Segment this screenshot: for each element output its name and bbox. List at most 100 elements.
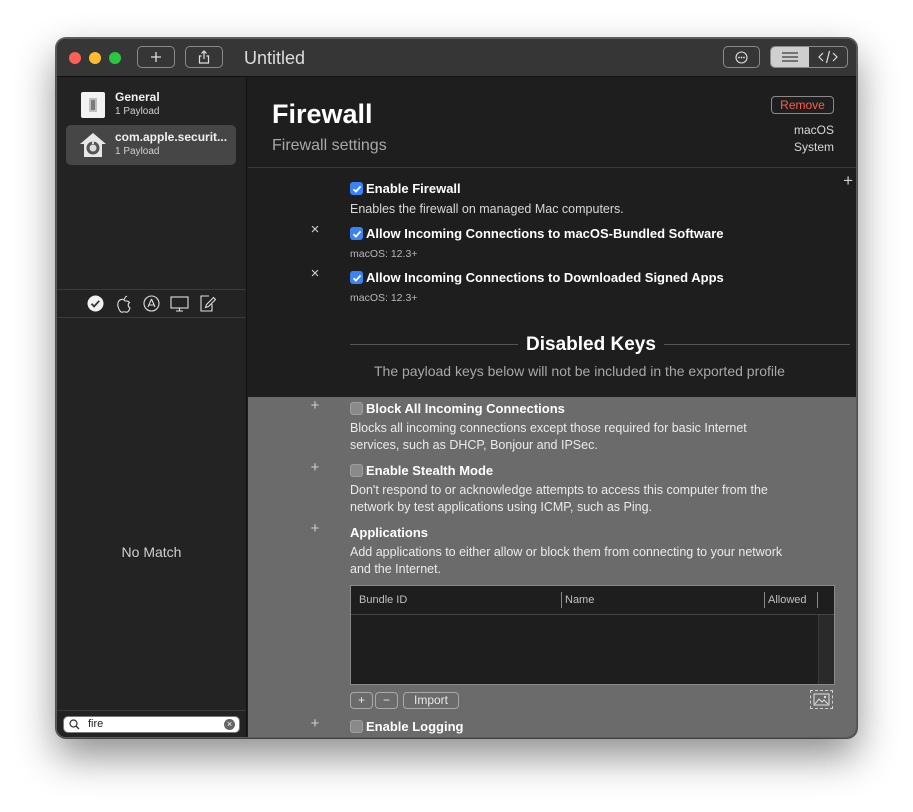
list-view-button[interactable]: [771, 47, 809, 67]
import-button[interactable]: Import: [403, 692, 459, 709]
enable-key-plus-icon[interactable]: +: [308, 459, 322, 476]
add-payload-button[interactable]: [137, 46, 175, 68]
applications-label: Applications: [350, 525, 429, 540]
checkbox-checked-icon: [350, 271, 363, 284]
add-application-button[interactable]: +: [350, 692, 373, 709]
no-match-label: No Match: [121, 544, 182, 560]
description-line: services, such as DHCP, Bonjour and IPSe…: [350, 438, 598, 452]
share-button[interactable]: [185, 46, 223, 68]
column-header-name[interactable]: Name: [557, 586, 594, 614]
title-bar: Untitled: [57, 39, 856, 77]
key-description: Add applications to either allow or bloc…: [350, 544, 840, 578]
search-bar: fire ×: [57, 710, 246, 737]
payload-subtitle: Firewall settings: [272, 137, 387, 154]
column-header-bundle-id[interactable]: Bundle ID: [351, 586, 407, 614]
share-icon: [198, 50, 210, 64]
filter-app-store-button[interactable]: [142, 294, 161, 313]
table-header-divider: [351, 614, 834, 615]
allow-bundled-software-checkbox[interactable]: Allow Incoming Connections to macOS-Bund…: [350, 226, 724, 241]
remove-application-button[interactable]: −: [375, 692, 398, 709]
checkmark-icon: [87, 295, 104, 312]
search-input[interactable]: fire ×: [63, 716, 240, 733]
sidebar: General 1 Payload com.apple.securit... 1…: [57, 77, 247, 737]
description-line: Don't respond to or acknowledge attempts…: [350, 483, 768, 497]
payload-name: General: [115, 90, 160, 104]
enable-key-plus-icon[interactable]: +: [308, 397, 322, 414]
filter-apple-button[interactable]: [114, 294, 133, 313]
table-controls: + − Import: [350, 692, 459, 709]
apple-icon: [116, 295, 131, 313]
description-line: Blocks all incoming connections except t…: [350, 421, 747, 435]
description-line: network by test applications using ICMP,…: [350, 500, 653, 514]
document-edit-icon: [200, 295, 216, 312]
filter-edited-button[interactable]: [198, 294, 217, 313]
view-mode-segmented-control: [770, 46, 848, 68]
payload-list: General 1 Payload com.apple.securit... 1…: [57, 77, 246, 290]
general-profile-icon: [81, 92, 105, 118]
allow-signed-apps-checkbox[interactable]: Allow Incoming Connections to Downloaded…: [350, 270, 724, 285]
key-version: macOS: 12.3+: [350, 248, 418, 260]
minimize-window-button[interactable]: [89, 52, 101, 64]
payload-name: com.apple.securit...: [115, 130, 228, 144]
key-version: macOS: 12.3+: [350, 292, 418, 304]
applications-table[interactable]: Bundle ID Name Allowed: [350, 585, 835, 685]
disabled-keys-section: + Block All Incoming Connections Blocks …: [248, 397, 856, 737]
payload-count: 1 Payload: [115, 146, 160, 157]
display-icon: [170, 295, 189, 312]
checkbox-unchecked-icon: [350, 464, 363, 477]
enable-stealth-mode-checkbox[interactable]: Enable Stealth Mode: [350, 463, 493, 478]
app-window: Untitled General 1 Payload com.apple.sec…: [56, 38, 857, 738]
key-label: Enable Firewall: [366, 181, 461, 196]
close-window-button[interactable]: [69, 52, 81, 64]
remove-payload-button[interactable]: Remove: [771, 96, 834, 114]
image-icon: [813, 693, 830, 706]
app-store-icon: [143, 295, 160, 312]
enable-key-plus-icon[interactable]: +: [308, 520, 322, 537]
payload-count: 1 Payload: [115, 106, 160, 117]
more-options-button[interactable]: [723, 46, 760, 68]
payload-title: Firewall: [272, 99, 373, 129]
key-label: Enable Stealth Mode: [366, 463, 494, 478]
column-divider: [817, 592, 818, 608]
block-all-incoming-checkbox[interactable]: Block All Incoming Connections: [350, 401, 565, 416]
scope-label: System: [793, 140, 834, 154]
payload-editor: Firewall Firewall settings Remove macOS …: [248, 77, 856, 737]
disabled-keys-title: Disabled Keys: [518, 334, 664, 356]
checkbox-unchecked-icon: [350, 402, 363, 415]
key-label: Allow Incoming Connections to Downloaded…: [366, 270, 724, 285]
description-line: Add applications to either allow or bloc…: [350, 545, 783, 559]
security-house-icon: [80, 133, 106, 157]
clear-search-icon[interactable]: ×: [224, 719, 235, 730]
disabled-keys-subtitle: The payload keys below will not be inclu…: [374, 363, 785, 379]
column-header-allowed[interactable]: Allowed: [760, 586, 807, 614]
code-icon: [818, 50, 838, 64]
ellipsis-circle-icon: [735, 50, 748, 64]
disable-key-x-icon[interactable]: ×: [308, 265, 322, 282]
description-line: and the Internet.: [350, 562, 442, 576]
payload-header: Firewall Firewall settings Remove macOS …: [248, 77, 856, 168]
source-view-button[interactable]: [809, 47, 847, 67]
key-description: Blocks all incoming connections except t…: [350, 420, 840, 454]
search-input-value: fire: [88, 718, 104, 730]
checkbox-checked-icon: [350, 227, 363, 240]
search-icon: [69, 719, 80, 730]
disable-key-x-icon[interactable]: ×: [308, 221, 322, 238]
key-label: Allow Incoming Connections to macOS-Bund…: [366, 226, 724, 241]
enable-logging-checkbox[interactable]: Enable Logging: [350, 719, 464, 734]
payload-filter-bar: [57, 290, 246, 318]
platform-info: macOS System: [794, 122, 834, 156]
key-label: Enable Logging: [366, 719, 464, 734]
table-scrollbar[interactable]: [818, 615, 834, 684]
enable-firewall-checkbox[interactable]: Enable Firewall: [350, 181, 461, 196]
payload-item-general[interactable]: General 1 Payload: [66, 85, 236, 125]
filter-display-button[interactable]: [170, 294, 189, 313]
image-drop-well[interactable]: [810, 690, 833, 709]
enable-key-plus-icon[interactable]: +: [308, 715, 322, 732]
payload-item-security[interactable]: com.apple.securit... 1 Payload: [66, 125, 236, 165]
zoom-window-button[interactable]: [109, 52, 121, 64]
plus-icon: [151, 52, 161, 62]
window-title: Untitled: [244, 48, 306, 68]
filter-enabled-button[interactable]: [86, 294, 105, 313]
checkbox-unchecked-icon: [350, 720, 363, 733]
key-label: Block All Incoming Connections: [366, 401, 565, 416]
